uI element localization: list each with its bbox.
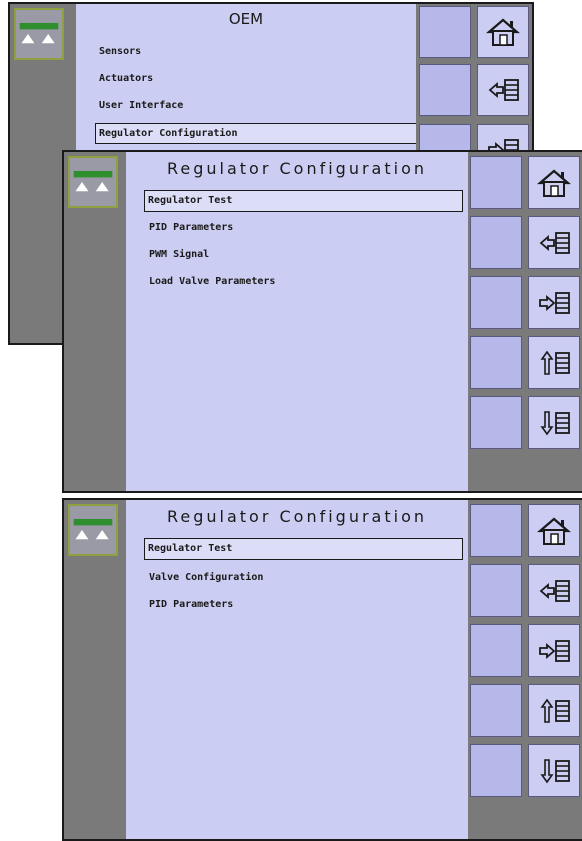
menu-item-pwm-signal[interactable]: PWM Signal [146,245,462,265]
menu-item-actuators[interactable]: Actuators [96,69,410,89]
scroll-down-icon [540,410,570,435]
back-button[interactable] [528,564,580,617]
forward-arrow-icon [539,291,570,314]
screen-title: OEM [228,10,264,28]
spray-boom-logo-icon [68,504,118,556]
menu-item-user-interface[interactable]: User Interface [96,96,410,116]
back-arrow-icon [539,231,570,254]
menu-panel: Regulator Configuration Regulator Test P… [126,152,468,491]
screen-title: Regulator Configuration [166,507,428,526]
menu-item-valve-configuration[interactable]: Valve Configuration [146,568,462,588]
home-button[interactable] [528,156,580,209]
forward-button[interactable] [528,624,580,677]
scroll-up-button[interactable] [528,684,580,737]
softkey-blank-1[interactable] [470,156,522,209]
menu-item-regulator-configuration[interactable]: Regulator Configuration [95,123,420,144]
softkey-blank-5[interactable] [470,396,522,449]
back-button[interactable] [477,64,529,116]
menu-item-pid-parameters[interactable]: PID Parameters [146,218,462,238]
softkey-blank-1[interactable] [419,6,471,58]
softkey-blank-3[interactable] [470,276,522,329]
home-icon [486,18,520,46]
regulator-configuration-screen-b: Regulator Configuration Regulator Test V… [62,498,582,841]
back-arrow-icon [488,79,519,101]
spray-boom-logo-icon [14,8,64,60]
softkey-blank-5[interactable] [470,744,522,797]
scroll-down-button[interactable] [528,396,580,449]
softkey-blank-4[interactable] [470,336,522,389]
home-icon [537,517,571,545]
home-button[interactable] [477,6,529,58]
spray-boom-logo-icon [68,156,118,208]
softkey-blank-3[interactable] [470,624,522,677]
scroll-up-icon [540,350,570,375]
regulator-configuration-screen-a: Regulator Configuration Regulator Test P… [62,150,582,493]
softkey-blank-4[interactable] [470,684,522,737]
back-button[interactable] [528,216,580,269]
softkey-blank-2[interactable] [470,564,522,617]
screen-title: Regulator Configuration [166,159,428,178]
menu-item-pid-parameters[interactable]: PID Parameters [146,595,462,615]
softkey-blank-1[interactable] [470,504,522,557]
menu-item-sensors[interactable]: Sensors [96,42,410,62]
softkey-blank-2[interactable] [419,64,471,116]
menu-item-regulator-test[interactable]: Regulator Test [144,538,463,560]
scroll-up-icon [540,698,570,723]
scroll-down-button[interactable] [528,744,580,797]
home-button[interactable] [528,504,580,557]
menu-item-regulator-test[interactable]: Regulator Test [144,190,463,212]
menu-panel: Regulator Configuration Regulator Test V… [126,500,468,839]
back-arrow-icon [539,579,570,602]
forward-button[interactable] [528,276,580,329]
home-icon [537,169,571,197]
menu-item-load-valve-parameters[interactable]: Load Valve Parameters [146,272,462,292]
forward-arrow-icon [539,639,570,662]
scroll-down-icon [540,758,570,783]
softkey-blank-2[interactable] [470,216,522,269]
scroll-up-button[interactable] [528,336,580,389]
